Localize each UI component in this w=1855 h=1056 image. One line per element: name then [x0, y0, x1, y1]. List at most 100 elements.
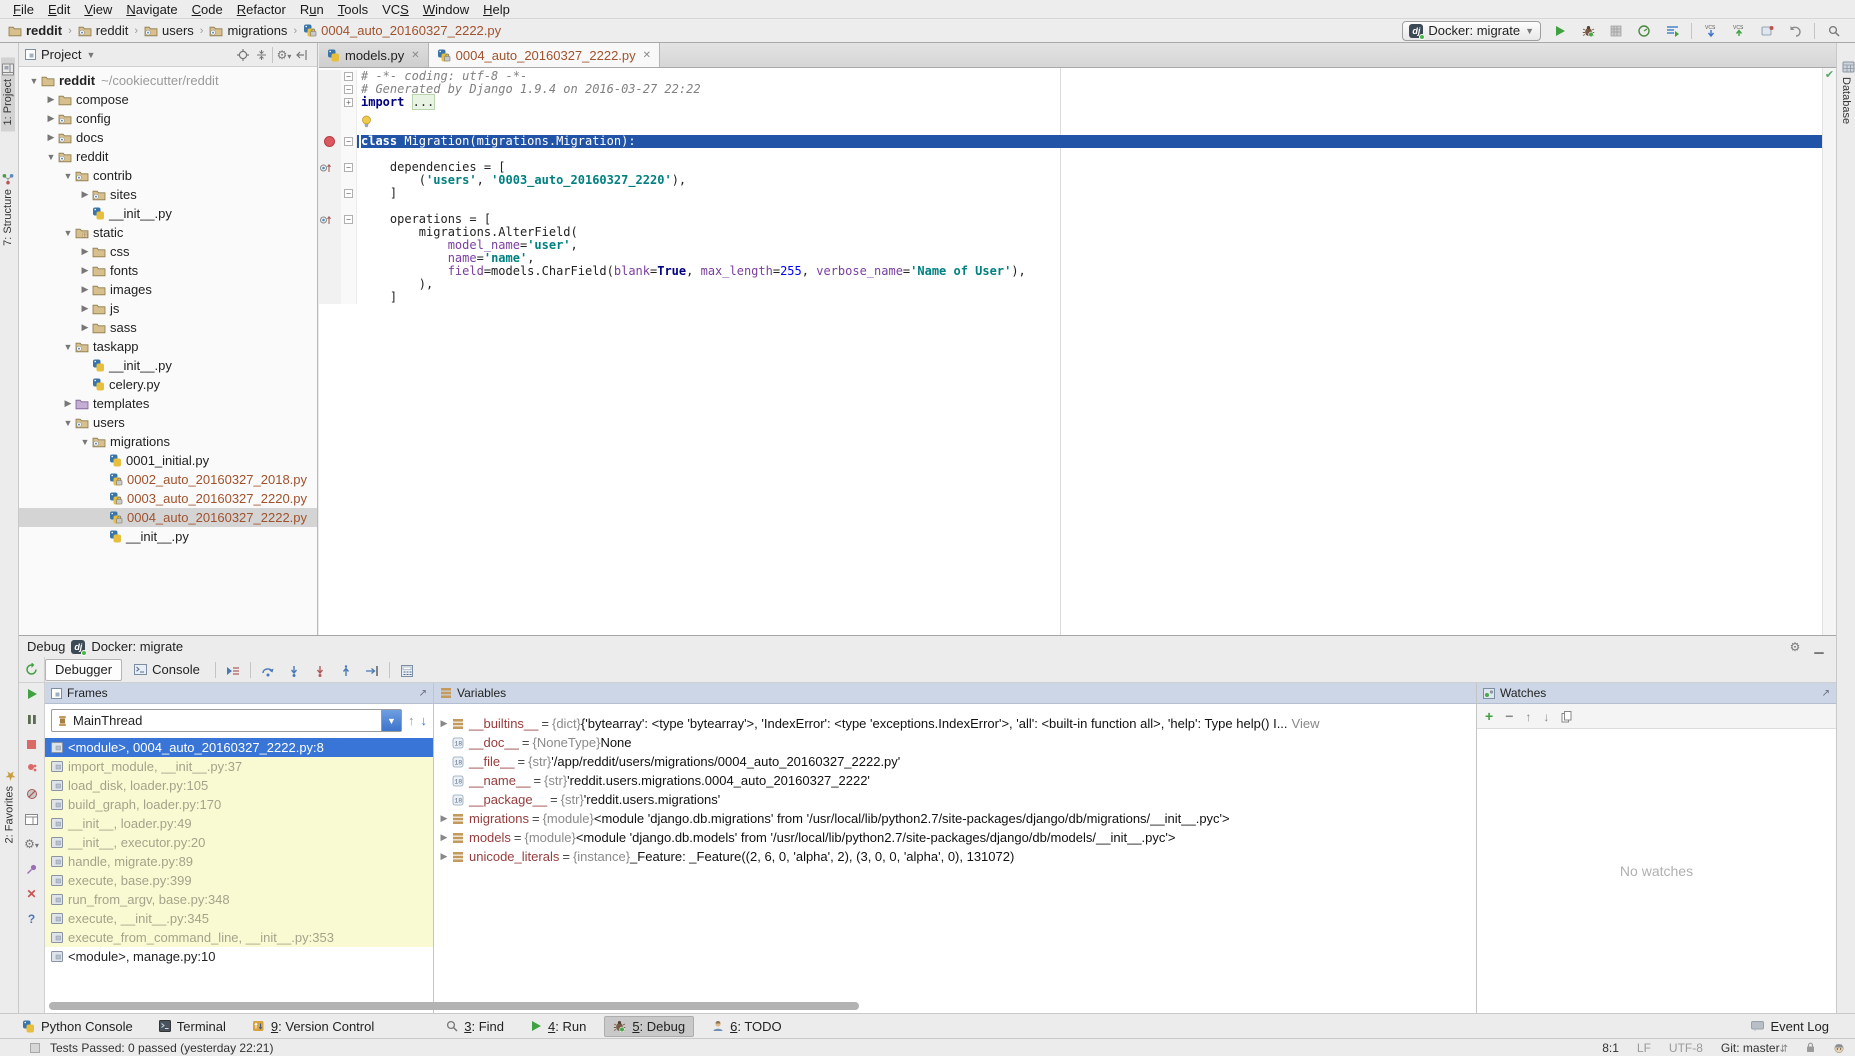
toolwindow-button-terminal[interactable]: Terminal — [151, 1017, 234, 1036]
code-area[interactable]: −# -*- coding: utf-8 -*-−# Generated by … — [319, 68, 1836, 635]
tree-item-static[interactable]: ▼static — [19, 223, 317, 242]
settings-button[interactable]: ⚙▾ — [275, 47, 293, 62]
show-execution-point-button[interactable] — [221, 662, 245, 677]
tree-item-templates[interactable]: ▶templates — [19, 394, 317, 413]
tool-stripe-project[interactable]: 1: Project — [1, 57, 15, 131]
tree-item-compose[interactable]: ▶compose — [19, 90, 317, 109]
variable-row[interactable]: 18__package__={str}'reddit.users.migrati… — [434, 790, 1476, 809]
tree-item-celery-py[interactable]: celery.py — [19, 375, 317, 394]
editor-tab-0004_auto_20160327_2222.py[interactable]: 0004_auto_20160327_2222.py✕ — [429, 43, 660, 67]
tree-item-0004-auto-20160327-2222-py[interactable]: 0004_auto_20160327_2222.py — [19, 508, 317, 527]
tool-stripe-favorites[interactable]: 2: Favorites★ — [1, 761, 18, 849]
fold-toggle-icon[interactable]: − — [344, 85, 353, 94]
run-button[interactable] — [1549, 21, 1571, 41]
next-frame-icon[interactable]: ↓ — [421, 713, 428, 728]
menu-help[interactable]: Help — [476, 2, 517, 17]
step-into-button[interactable] — [282, 662, 306, 677]
variable-row[interactable]: ▶models={module}<module 'django.db.model… — [434, 828, 1476, 847]
fold-toggle-icon[interactable]: − — [344, 137, 353, 146]
menu-tools[interactable]: Tools — [331, 2, 375, 17]
editor-tab-models.py[interactable]: models.py✕ — [319, 43, 429, 67]
add-watch-button[interactable]: + — [1485, 708, 1493, 725]
stack-frame[interactable]: handle, migrate.py:89 — [45, 852, 433, 871]
tree-item-0002-auto-20160327-2018-py[interactable]: 0002_auto_20160327_2018.py — [19, 470, 317, 489]
previous-frame-icon[interactable]: ↑ — [408, 713, 415, 728]
menu-code[interactable]: Code — [185, 2, 230, 17]
chevron-right-icon[interactable]: ▶ — [436, 813, 452, 824]
tree-item-css[interactable]: ▶css — [19, 242, 317, 261]
tree-item-reddit[interactable]: ▼reddit~/cookiecutter/reddit — [19, 71, 317, 90]
thread-selector[interactable]: MainThread ▼ — [51, 709, 402, 732]
chevron-down-icon[interactable]: ▼ — [78, 437, 92, 447]
remove-watch-button[interactable]: − — [1505, 708, 1513, 725]
variable-row[interactable]: ▶migrations={module}<module 'django.db.m… — [434, 809, 1476, 828]
chevron-down-icon[interactable]: ▼ — [86, 50, 95, 60]
horizontal-scrollbar[interactable] — [49, 1002, 859, 1010]
collapse-all-button[interactable] — [252, 48, 270, 62]
variable-row[interactable]: 18__doc__={NoneType}None — [434, 733, 1476, 752]
move-up-button[interactable]: ↑ — [1525, 708, 1531, 724]
undo-button[interactable] — [1784, 21, 1806, 41]
fold-toggle-icon[interactable]: − — [344, 215, 353, 224]
help-button[interactable]: ? — [23, 911, 41, 927]
code-line[interactable] — [319, 109, 1836, 122]
chevron-down-icon[interactable]: ▼ — [381, 710, 401, 731]
variable-row[interactable]: ▶unicode_literals={instance}_Feature: _F… — [434, 847, 1476, 866]
toolwindow-button-find[interactable]: 3: Find — [438, 1017, 512, 1036]
tree-item-docs[interactable]: ▶docs — [19, 128, 317, 147]
code-line[interactable]: field=models.CharField(blank=True, max_l… — [319, 265, 1836, 278]
resume-button[interactable] — [23, 686, 41, 702]
breakpoint-icon[interactable] — [324, 136, 335, 147]
menu-run[interactable]: Run — [293, 2, 331, 17]
move-down-button[interactable]: ↓ — [1543, 708, 1549, 724]
toolwindow-button-todo[interactable]: 6: TODO — [704, 1017, 790, 1036]
tree-item-fonts[interactable]: ▶fonts — [19, 261, 317, 280]
inspection-column[interactable]: ✔ — [1822, 68, 1836, 635]
tree-item-sass[interactable]: ▶sass — [19, 318, 317, 337]
code-line[interactable]: ('users', '0003_auto_20160327_2220'), — [319, 174, 1836, 187]
settings-button[interactable]: ⚙▾ — [23, 836, 41, 852]
chevron-right-icon[interactable]: ▶ — [436, 851, 452, 862]
duplicate-watch-button[interactable] — [1561, 709, 1572, 724]
chevron-right-icon[interactable]: ▶ — [78, 246, 92, 257]
tree-item--init-py[interactable]: __init__.py — [19, 204, 317, 223]
chevron-right-icon[interactable]: ▶ — [78, 265, 92, 276]
tree-item-config[interactable]: ▶config — [19, 109, 317, 128]
search-button[interactable] — [1823, 21, 1845, 41]
toolwindow-button-run[interactable]: 4: Run — [522, 1017, 594, 1036]
stack-frame[interactable]: <module>, manage.py:10 — [45, 947, 433, 966]
run-configuration-combo[interactable]: dj Docker: migrate ▼ — [1402, 21, 1541, 41]
step-over-button[interactable] — [256, 662, 280, 677]
chevron-down-icon[interactable]: ▼ — [61, 171, 75, 181]
tool-stripe-database[interactable]: Database — [1839, 57, 1855, 128]
menu-refactor[interactable]: Refactor — [230, 2, 293, 17]
breadcrumb-item[interactable]: reddit — [78, 23, 129, 38]
menu-view[interactable]: View — [77, 2, 119, 17]
stack-frame[interactable]: __init__, loader.py:49 — [45, 814, 433, 833]
chevron-down-icon[interactable]: ▼ — [44, 152, 58, 162]
stack-frame[interactable]: execute_from_command_line, __init__.py:3… — [45, 928, 433, 947]
close-button[interactable]: ✕ — [23, 886, 41, 902]
code-line[interactable]: ] — [319, 291, 1836, 304]
run-to-cursor-button[interactable] — [360, 662, 384, 677]
chevron-right-icon[interactable]: ▶ — [78, 284, 92, 295]
code-line[interactable]: ), — [319, 278, 1836, 291]
fold-toggle-icon[interactable]: − — [344, 72, 353, 81]
chevron-down-icon[interactable]: ▼ — [61, 228, 75, 238]
stack-frame[interactable]: execute, base.py:399 — [45, 871, 433, 890]
chevron-down-icon[interactable]: ▼ — [27, 76, 41, 86]
tree-item-users[interactable]: ▼users — [19, 413, 317, 432]
debugger-tab-console[interactable]: Console — [124, 659, 210, 681]
chevron-down-icon[interactable]: ▼ — [61, 342, 75, 352]
chevron-right-icon[interactable]: ▶ — [436, 832, 452, 843]
tree-item-0001-initial-py[interactable]: 0001_initial.py — [19, 451, 317, 470]
view-breakpoints-button[interactable] — [23, 761, 41, 777]
restore-layout-button[interactable] — [23, 811, 41, 827]
chevron-right-icon[interactable]: ▶ — [436, 718, 452, 729]
caret-position[interactable]: 8:1 — [1602, 1041, 1619, 1055]
code-line[interactable]: − ] — [319, 187, 1836, 200]
fold-toggle-icon[interactable]: − — [344, 189, 353, 198]
code-line[interactable]: −class Migration(migrations.Migration): — [319, 135, 1836, 148]
intention-bulb-icon[interactable] — [361, 115, 372, 128]
breadcrumb-item[interactable]: 0004_auto_20160327_2222.py — [303, 23, 501, 38]
